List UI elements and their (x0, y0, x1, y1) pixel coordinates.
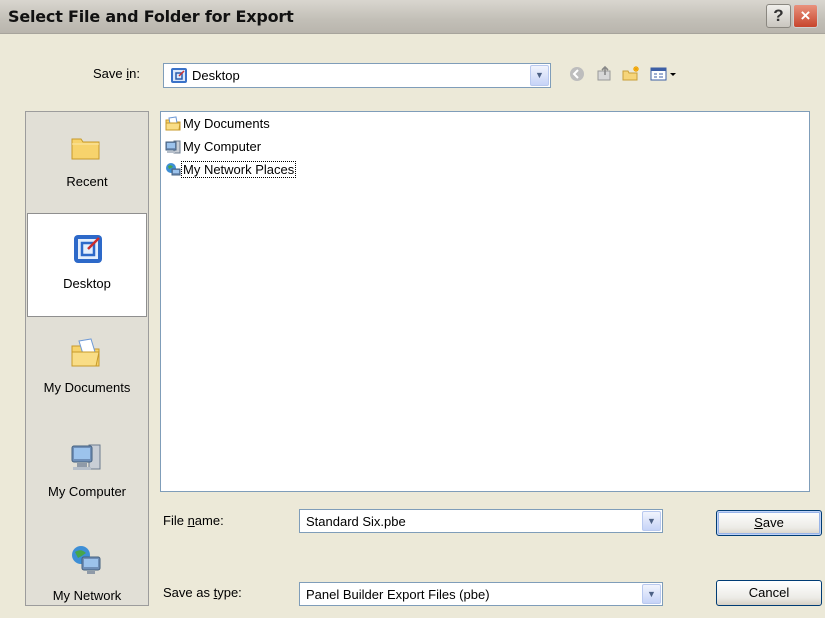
save-as-type-label: Save as type: (163, 585, 242, 600)
file-name-value: Standard Six.pbe (306, 514, 406, 529)
title-bar[interactable]: Select File and Folder for Export ? × (0, 0, 825, 34)
places-bar: Recent Desktop My Documents My Computer (25, 111, 149, 606)
my-computer-icon (165, 140, 181, 154)
cancel-button[interactable]: Cancel (716, 580, 822, 606)
place-my-documents[interactable]: My Documents (26, 318, 148, 422)
save-as-type-dropdown[interactable]: Panel Builder Export Files (pbe) ▼ (299, 582, 663, 606)
place-desktop[interactable]: Desktop (27, 213, 147, 317)
place-recent[interactable]: Recent (26, 112, 148, 216)
file-name-input[interactable]: Standard Six.pbe ▼ (299, 509, 663, 533)
chevron-down-icon[interactable]: ▼ (530, 65, 549, 86)
recent-folder-icon (71, 138, 100, 160)
place-label: My Network (52, 588, 122, 603)
close-button[interactable]: × (793, 4, 818, 28)
my-documents-icon (165, 116, 181, 131)
place-my-network[interactable]: My Network (26, 526, 148, 605)
chevron-down-icon[interactable]: ▼ (642, 584, 661, 604)
place-label: Recent (66, 174, 108, 189)
place-label: My Computer (47, 484, 127, 499)
save-in-value: Desktop (192, 68, 240, 83)
my-network-places-icon (166, 163, 181, 176)
back-icon[interactable] (567, 65, 587, 85)
up-folder-icon[interactable] (595, 65, 615, 85)
file-label: My Computer (183, 139, 262, 154)
my-computer-icon (71, 444, 101, 470)
file-label: My Documents (183, 116, 270, 131)
new-folder-icon[interactable] (621, 65, 641, 85)
my-network-icon (72, 546, 101, 574)
file-list[interactable]: My Documents My Computer My Network Plac… (160, 111, 810, 492)
views-menu-icon[interactable] (648, 65, 680, 85)
save-in-label: Save in: (93, 66, 140, 81)
desktop-icon (74, 235, 102, 263)
save-in-dropdown[interactable]: Desktop ▼ (163, 63, 551, 88)
window-title: Select File and Folder for Export (8, 7, 294, 26)
save-as-type-value: Panel Builder Export Files (pbe) (306, 587, 490, 602)
chevron-down-icon[interactable]: ▼ (642, 511, 661, 531)
place-label: Desktop (63, 276, 111, 291)
place-my-computer[interactable]: My Computer (26, 422, 148, 526)
help-button[interactable]: ? (766, 4, 791, 28)
file-label: My Network Places (180, 161, 297, 178)
file-name-label: File name: (163, 513, 224, 528)
place-label: My Documents (43, 380, 131, 395)
save-button[interactable]: Save (716, 510, 822, 536)
desktop-small-icon (171, 68, 187, 83)
my-documents-icon (71, 338, 100, 367)
